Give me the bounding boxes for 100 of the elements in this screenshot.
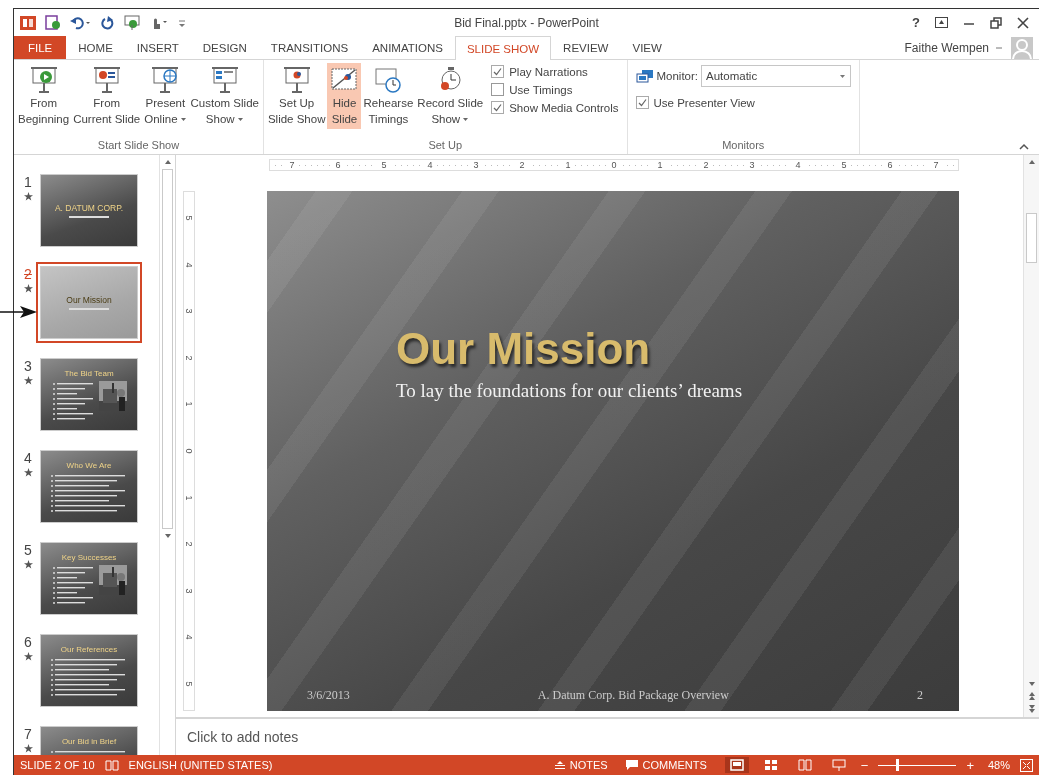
thumbnail-title: Our References — [60, 644, 118, 654]
ribbon-tab[interactable]: TRANSITIONS — [258, 36, 361, 59]
checkbox[interactable] — [635, 96, 649, 109]
checkbox[interactable] — [491, 65, 505, 78]
group-label: Monitors — [721, 139, 766, 153]
zoom-out-button[interactable]: − — [860, 757, 869, 773]
caret-icon — [839, 73, 847, 79]
checkbox-option[interactable]: Use Timings — [491, 83, 619, 96]
redo-icon[interactable] — [101, 15, 115, 30]
ribbon-tab[interactable]: VIEW — [620, 36, 674, 59]
presentation-icon[interactable] — [124, 15, 140, 30]
ribbon-tab[interactable]: REVIEW — [551, 36, 621, 59]
comment-icon — [625, 760, 638, 770]
zoom-slider[interactable] — [878, 759, 957, 771]
ribbon-display-icon[interactable] — [935, 17, 948, 28]
ribbon-button[interactable]: From Current Slide — [71, 63, 143, 129]
slide-number: 5 — [24, 542, 32, 558]
collapse-ribbon-icon[interactable] — [1019, 143, 1029, 150]
scroll-up-icon[interactable] — [1026, 158, 1037, 166]
ribbon-button[interactable]: Custom Slide Show — [188, 63, 261, 129]
scroll-down-icon[interactable] — [162, 532, 173, 540]
app-logo-icon — [20, 15, 36, 30]
projector-icon — [91, 65, 122, 95]
slide-count: SLIDE 2 OF 10 — [20, 759, 95, 771]
ribbon-tab[interactable]: DESIGN — [190, 36, 259, 59]
scrollbar[interactable] — [159, 155, 175, 755]
ribbon-tab[interactable]: INSERT — [124, 36, 191, 59]
subtitle-line-drawing — [69, 215, 109, 219]
undo-icon[interactable] — [70, 15, 92, 30]
slide-title: Our Mission — [396, 324, 651, 374]
thumbnail-title: Our Bid in Brief — [61, 736, 117, 746]
slide-number: 7 — [24, 726, 32, 742]
zoom-level[interactable]: 48% — [987, 759, 1010, 771]
projector-icon — [209, 65, 240, 95]
thumbnail-title: A. DATUM CORP. — [54, 202, 124, 213]
slide-number: 1 — [24, 174, 32, 190]
group-label: Set Up — [427, 139, 464, 153]
next-slide-icon[interactable] — [1026, 704, 1037, 714]
bullet-lines-drawing — [51, 564, 96, 605]
ruler-number: 2 — [515, 160, 529, 170]
ruler-number: 1 — [653, 160, 667, 170]
group-label: Start Slide Show — [96, 139, 181, 153]
ribbon-tab[interactable]: ANIMATIONS — [360, 36, 455, 59]
scroll-thumb[interactable] — [1026, 213, 1037, 263]
view-button[interactable] — [724, 757, 749, 773]
caret-icon — [179, 117, 187, 123]
proofing-icon[interactable] — [104, 759, 119, 771]
notes-button[interactable]: NOTES — [554, 759, 608, 771]
thumbnail-title: Key Successes — [61, 552, 117, 562]
monitor-dropdown[interactable]: Automatic — [701, 65, 852, 87]
star-icon — [23, 744, 33, 753]
view-icon — [729, 759, 744, 771]
checkbox-option[interactable]: Show Media Controls — [491, 101, 619, 114]
close-icon[interactable] — [1017, 16, 1029, 29]
slide-number: 4 — [24, 450, 32, 466]
star-icon — [23, 560, 33, 569]
checkbox-option[interactable]: Play Narrations — [491, 65, 619, 78]
previous-slide-icon[interactable] — [1026, 691, 1037, 701]
monitor-icon — [635, 68, 654, 84]
scroll-thumb[interactable] — [162, 169, 173, 529]
checkbox[interactable] — [491, 83, 505, 96]
slide-date: 3/6/2013 — [307, 688, 350, 703]
slide-thumbnail[interactable]: Our Mission — [36, 262, 142, 343]
projector-icon — [150, 65, 181, 95]
ribbon-button[interactable]: Set Up Slide Show — [265, 63, 328, 129]
notes-icon — [554, 760, 565, 770]
ribbon-tab[interactable]: HOME — [66, 36, 125, 59]
slide-number: 2 — [24, 266, 32, 282]
language-status[interactable]: ENGLISH (UNITED STATES) — [128, 759, 273, 771]
slide-footer: A. Datum Corp. Bid Package Overview — [537, 688, 729, 703]
ribbon-button[interactable]: From Beginning — [16, 63, 72, 129]
restore-icon[interactable] — [990, 16, 1002, 29]
ribbon-button[interactable]: Rehearse Timings — [361, 63, 416, 129]
scroll-down-icon[interactable] — [1026, 680, 1037, 688]
ribbon-button[interactable]: Present Online — [142, 63, 189, 129]
view-icon — [797, 759, 812, 771]
caret-icon — [462, 117, 470, 123]
subtitle-line-drawing — [69, 307, 109, 311]
zoom-in-button[interactable]: + — [966, 757, 974, 773]
file-tab[interactable]: FILE — [14, 36, 67, 59]
comments-button[interactable]: COMMENTS — [625, 759, 707, 771]
ruler-number: 7 — [929, 160, 943, 170]
help-button[interactable]: ? — [912, 15, 920, 30]
ribbon-tab[interactable]: SLIDE SHOW — [454, 36, 552, 60]
scroll-up-icon[interactable] — [162, 158, 173, 166]
ribbon-button[interactable]: Hide Slide — [327, 63, 362, 129]
callout-arrow — [0, 305, 38, 319]
fit-to-window-icon[interactable] — [1020, 758, 1033, 772]
save-icon[interactable] — [45, 15, 61, 30]
scrollbar[interactable] — [1023, 155, 1039, 717]
account-name[interactable]: Faithe Wempen — [904, 36, 989, 59]
checkbox-option[interactable]: Use Presenter View — [635, 96, 852, 109]
ribbon-button[interactable]: Record Slide Show — [415, 63, 486, 129]
slide-subtitle: To lay the foundations for our clients’ dreams — [396, 380, 743, 402]
star-icon — [23, 652, 33, 661]
checkbox[interactable] — [491, 101, 505, 114]
slide-number: 3 — [24, 358, 32, 374]
notes-placeholder[interactable]: Click to add notes — [187, 729, 299, 745]
customize-icon[interactable] — [178, 17, 186, 28]
star-icon — [23, 376, 33, 385]
